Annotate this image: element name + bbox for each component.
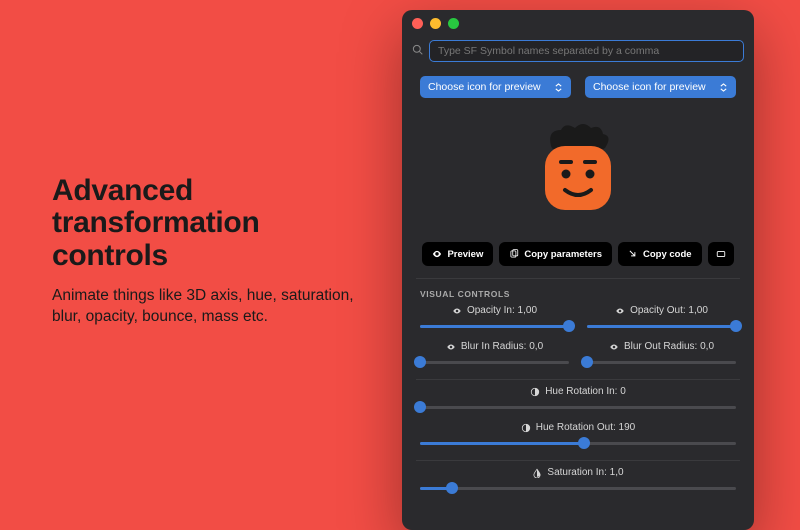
copy-code-button[interactable]: Copy code bbox=[618, 242, 702, 266]
chevron-updown-icon bbox=[554, 83, 563, 92]
divider bbox=[416, 379, 740, 380]
search-icon bbox=[412, 44, 423, 58]
select-label: Choose icon for preview bbox=[428, 81, 541, 93]
marketing-copy: Advanced transformation controls Animate… bbox=[52, 175, 362, 328]
contrast-icon bbox=[521, 423, 531, 433]
blur-row: Blur In Radius: 0,0 Blur Out Radius: 0,0 bbox=[402, 339, 754, 375]
preview-button[interactable]: Preview bbox=[422, 242, 493, 266]
eye-icon bbox=[432, 249, 442, 259]
opacity-row: Opacity In: 1,00 Opacity Out: 1,00 bbox=[402, 303, 754, 339]
eye-icon bbox=[452, 306, 462, 316]
saturation-in-control: Saturation In: 1,0 bbox=[402, 465, 754, 501]
blur-out-slider[interactable] bbox=[587, 355, 736, 369]
blur-in-slider[interactable] bbox=[420, 355, 569, 369]
eye-icon bbox=[615, 306, 625, 316]
arrow-down-right-icon bbox=[628, 249, 638, 259]
maximize-window-button[interactable] bbox=[448, 18, 459, 29]
search-bar bbox=[402, 36, 754, 70]
select-label: Choose icon for preview bbox=[593, 81, 706, 93]
slider-label: Opacity In: 1,00 bbox=[467, 305, 537, 316]
hue-in-control: Hue Rotation In: 0 bbox=[402, 384, 754, 420]
app-window: Choose icon for preview Choose icon for … bbox=[402, 10, 754, 530]
opacity-out-control: Opacity Out: 1,00 bbox=[587, 305, 736, 333]
copy-parameters-button[interactable]: Copy parameters bbox=[499, 242, 612, 266]
slider-label: Opacity Out: 1,00 bbox=[630, 305, 708, 316]
slider-label: Blur In Radius: 0,0 bbox=[461, 341, 543, 352]
expand-button[interactable] bbox=[708, 242, 734, 266]
button-label: Copy parameters bbox=[524, 249, 602, 260]
blur-in-control: Blur In Radius: 0,0 bbox=[420, 341, 569, 369]
preview-dropdown-row: Choose icon for preview Choose icon for … bbox=[402, 70, 754, 106]
minimize-window-button[interactable] bbox=[430, 18, 441, 29]
action-row: Preview Copy parameters Copy code bbox=[402, 236, 754, 278]
button-label: Preview bbox=[447, 249, 483, 260]
hue-out-slider[interactable] bbox=[420, 436, 736, 450]
preview-icon-select-right[interactable]: Choose icon for preview bbox=[585, 76, 736, 98]
preview-avatar bbox=[533, 122, 623, 222]
preview-icon-select-left[interactable]: Choose icon for preview bbox=[420, 76, 571, 98]
preview-area bbox=[402, 106, 754, 236]
drop-icon bbox=[532, 468, 542, 478]
subline: Animate things like 3D axis, hue, satura… bbox=[52, 286, 362, 328]
opacity-in-control: Opacity In: 1,00 bbox=[420, 305, 569, 333]
copy-icon bbox=[509, 249, 519, 259]
blur-out-control: Blur Out Radius: 0,0 bbox=[587, 341, 736, 369]
close-window-button[interactable] bbox=[412, 18, 423, 29]
slider-label: Saturation In: 1,0 bbox=[547, 467, 623, 478]
eye-icon bbox=[446, 342, 456, 352]
opacity-out-slider[interactable] bbox=[587, 319, 736, 333]
hue-in-slider[interactable] bbox=[420, 400, 736, 414]
opacity-in-slider[interactable] bbox=[420, 319, 569, 333]
rectangle-icon bbox=[716, 249, 726, 259]
slider-label: Hue Rotation Out: 190 bbox=[536, 422, 636, 433]
slider-label: Hue Rotation In: 0 bbox=[545, 386, 626, 397]
window-titlebar bbox=[402, 10, 754, 36]
contrast-icon bbox=[530, 387, 540, 397]
saturation-in-slider[interactable] bbox=[420, 481, 736, 495]
search-input[interactable] bbox=[429, 40, 744, 62]
slider-label: Blur Out Radius: 0,0 bbox=[624, 341, 714, 352]
visual-controls-label: VISUAL CONTROLS bbox=[402, 279, 754, 303]
headline: Advanced transformation controls bbox=[52, 175, 362, 272]
button-label: Copy code bbox=[643, 249, 692, 260]
hue-out-control: Hue Rotation Out: 190 bbox=[402, 420, 754, 456]
divider bbox=[416, 460, 740, 461]
chevron-updown-icon bbox=[719, 83, 728, 92]
eye-icon bbox=[609, 342, 619, 352]
